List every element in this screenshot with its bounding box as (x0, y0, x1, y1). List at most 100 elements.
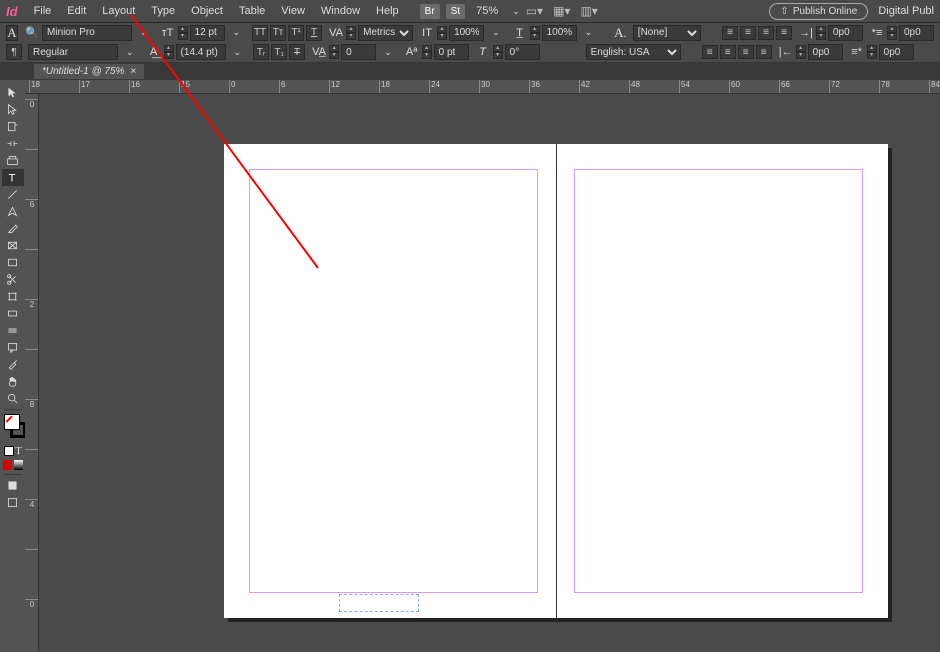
menu-table[interactable]: Table (231, 2, 273, 20)
canvas-pasteboard[interactable] (39, 94, 940, 652)
font-dropdown-icon[interactable]: ⌄ (140, 27, 148, 38)
align-right-button[interactable]: ≡ (758, 26, 774, 40)
workspace-switcher[interactable]: Digital Publ (878, 5, 934, 17)
gradient-feather-tool[interactable] (2, 322, 24, 339)
font-size-input[interactable] (190, 25, 225, 41)
apply-color-icon[interactable] (2, 458, 24, 472)
language-select[interactable]: English: USA (586, 44, 681, 60)
empty-text-frame[interactable] (339, 594, 419, 612)
menu-window[interactable]: Window (313, 2, 368, 20)
hscale-dropdown-icon[interactable]: ⌄ (585, 27, 593, 38)
selection-tool[interactable] (2, 84, 24, 101)
menu-edit[interactable]: Edit (59, 2, 94, 20)
char-formatting-mode[interactable]: A (6, 25, 18, 41)
vscale-dropdown-icon[interactable]: ⌄ (492, 27, 500, 38)
vertical-ruler[interactable]: 062840 (25, 94, 39, 652)
align-center-button[interactable]: ≡ (740, 26, 756, 40)
view-mode-normal[interactable] (2, 477, 24, 494)
fill-stroke-swatch[interactable] (2, 414, 24, 444)
indent-last-input[interactable] (879, 44, 914, 60)
leading-dropdown-icon[interactable]: ⌄ (234, 47, 242, 58)
leading-stepper[interactable]: ▴▾ (164, 45, 174, 59)
justify-last-left-button[interactable]: ≡ (702, 45, 718, 59)
rectangle-tool[interactable] (2, 254, 24, 271)
zoom-tool[interactable] (2, 390, 24, 407)
zoom-level[interactable]: 75% (476, 5, 498, 17)
gradient-swatch-tool[interactable] (2, 305, 24, 322)
line-tool[interactable] (2, 186, 24, 203)
justify-last-right-button[interactable]: ≡ (738, 45, 754, 59)
char-style-select[interactable]: [None] (633, 25, 701, 41)
publish-online-button[interactable]: ⇧ Publish Online (769, 3, 868, 20)
hand-tool[interactable] (2, 373, 24, 390)
justify-button[interactable]: ≡ (776, 26, 792, 40)
smallcaps2-button[interactable]: T₁ (271, 44, 287, 60)
skew-stepper[interactable]: ▴▾ (493, 45, 503, 59)
smallcaps-button[interactable]: Tᴛ (270, 25, 286, 41)
style-dropdown-icon[interactable]: ⌄ (126, 47, 134, 58)
size-stepper[interactable]: ▴▾ (178, 26, 188, 40)
document-tab[interactable]: *Untitled-1 @ 75% × (34, 64, 144, 79)
hscale-stepper[interactable]: ▴▾ (530, 26, 540, 40)
font-style-input[interactable] (28, 44, 118, 60)
leading-input[interactable] (176, 44, 226, 60)
indent-right-input[interactable] (808, 44, 843, 60)
horizontal-ruler[interactable]: 181716150612182430364248546066727884 (25, 80, 940, 94)
content-collector-tool[interactable] (2, 152, 24, 169)
kerning-stepper[interactable]: ▴▾ (346, 26, 356, 40)
tracking-dropdown-icon[interactable]: ⌄ (384, 47, 392, 58)
indent-first-stepper[interactable]: ▴▾ (887, 26, 897, 40)
font-family-input[interactable] (42, 25, 132, 41)
view-option-1-icon[interactable]: ▭▾ (526, 4, 543, 18)
menu-help[interactable]: Help (368, 2, 407, 20)
stock-badge[interactable]: St (446, 4, 465, 19)
view-option-2-icon[interactable]: ▦▾ (553, 4, 570, 18)
formatting-container-icon[interactable]: T (2, 444, 24, 458)
menu-layout[interactable]: Layout (94, 2, 143, 20)
tracking-stepper[interactable]: ▴▾ (329, 45, 339, 59)
page-tool[interactable] (2, 118, 24, 135)
indent-right-stepper[interactable]: ▴▾ (796, 45, 806, 59)
justify-last-center-button[interactable]: ≡ (720, 45, 736, 59)
type-tool[interactable]: T (2, 169, 24, 186)
baseline-stepper[interactable]: ▴▾ (422, 45, 432, 59)
view-mode-preview[interactable] (2, 494, 24, 511)
zoom-dropdown-icon[interactable]: ⌄ (512, 6, 520, 17)
view-option-3-icon[interactable]: ▥▾ (580, 4, 597, 18)
vscale-input[interactable] (449, 25, 484, 41)
justify-all-button[interactable]: ≡ (756, 45, 772, 59)
note-tool[interactable] (2, 339, 24, 356)
align-left-button[interactable]: ≡ (722, 26, 738, 40)
indent-left-input[interactable] (828, 25, 863, 41)
menu-view[interactable]: View (273, 2, 313, 20)
skew-input[interactable] (505, 44, 540, 60)
close-tab-icon[interactable]: × (130, 66, 136, 77)
subscript-button[interactable]: Tᵣ (253, 44, 269, 60)
vscale-stepper[interactable]: ▴▾ (437, 26, 447, 40)
para-formatting-mode[interactable]: ¶ (6, 44, 22, 60)
menu-object[interactable]: Object (183, 2, 231, 20)
pencil-tool[interactable] (2, 220, 24, 237)
direct-selection-tool[interactable] (2, 101, 24, 118)
strikethrough-button[interactable]: T (289, 44, 305, 60)
kerning-select[interactable]: Metrics (358, 25, 413, 41)
superscript-button[interactable]: T¹ (288, 25, 304, 41)
eyedropper-tool[interactable] (2, 356, 24, 373)
tracking-input[interactable] (341, 44, 376, 60)
free-transform-tool[interactable] (2, 288, 24, 305)
baseline-input[interactable] (434, 44, 469, 60)
underline-button[interactable]: T (306, 25, 322, 41)
hscale-input[interactable] (542, 25, 577, 41)
indent-left-stepper[interactable]: ▴▾ (816, 26, 826, 40)
size-dropdown-icon[interactable]: ⌄ (233, 27, 241, 38)
fill-swatch[interactable] (4, 414, 20, 430)
menu-file[interactable]: File (26, 2, 60, 20)
scissors-tool[interactable] (2, 271, 24, 288)
document-spread[interactable] (224, 144, 888, 618)
indent-first-input[interactable] (899, 25, 934, 41)
pen-tool[interactable] (2, 203, 24, 220)
menu-type[interactable]: Type (143, 2, 183, 20)
indent-last-stepper[interactable]: ▴▾ (867, 45, 877, 59)
bridge-badge[interactable]: Br (420, 4, 440, 19)
rectangle-frame-tool[interactable] (2, 237, 24, 254)
